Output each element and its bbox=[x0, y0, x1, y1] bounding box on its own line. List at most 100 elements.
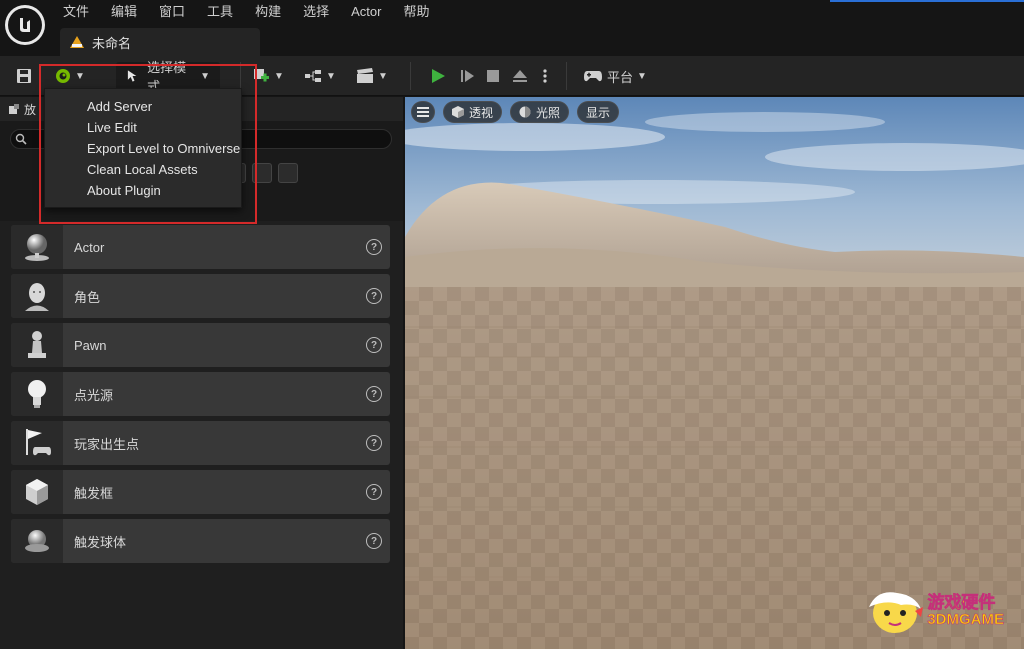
trigger-box-icon bbox=[26, 479, 48, 505]
menu-build[interactable]: 构建 bbox=[244, 3, 292, 21]
player-start-thumb bbox=[11, 421, 63, 465]
viewport-options-button[interactable] bbox=[411, 101, 435, 123]
list-item-point-light[interactable]: 点光源 ? bbox=[11, 372, 390, 416]
menu-item-about-plugin[interactable]: About Plugin bbox=[45, 180, 241, 201]
lit-sphere-icon bbox=[519, 106, 531, 118]
menu-item-live-edit[interactable]: Live Edit bbox=[45, 117, 241, 138]
watermark: 游戏硬件 3DMGAME bbox=[867, 587, 1004, 635]
chevron-down-icon: ▼ bbox=[637, 70, 647, 82]
menu-window[interactable]: 窗口 bbox=[148, 3, 196, 21]
actor-label: Actor bbox=[74, 239, 105, 255]
advance-frame-button[interactable] bbox=[456, 62, 480, 90]
eject-icon bbox=[513, 70, 527, 82]
viewport-toolbar: 透视 光照 显示 bbox=[411, 101, 620, 123]
watermark-text: 游戏硬件 3DMGAME bbox=[927, 594, 1004, 628]
lighting-mode-button[interactable]: 光照 bbox=[510, 101, 570, 123]
trigger-sphere-thumb bbox=[11, 519, 63, 563]
clapperboard-icon bbox=[357, 68, 374, 83]
toolbar-separator bbox=[410, 62, 411, 90]
perspective-button[interactable]: 透视 bbox=[443, 101, 503, 123]
pawn-thumb bbox=[11, 323, 63, 367]
list-item-trigger-sphere[interactable]: 触发球体 ? bbox=[11, 519, 390, 563]
list-item-pawn[interactable]: Pawn ? bbox=[11, 323, 390, 367]
add-actor-icon bbox=[254, 69, 270, 82]
actor-thumb bbox=[11, 225, 63, 269]
watermark-cn: 游戏硬件 bbox=[927, 593, 996, 613]
unreal-logo-icon[interactable] bbox=[5, 5, 45, 45]
omniverse-icon bbox=[56, 69, 71, 83]
save-button[interactable] bbox=[12, 62, 36, 90]
player-start-label: 玩家出生点 bbox=[74, 436, 140, 452]
cube-perspective-icon bbox=[452, 106, 464, 118]
eject-button[interactable] bbox=[508, 62, 532, 90]
lighting-label: 光照 bbox=[536, 105, 561, 120]
sphere-actor-icon bbox=[25, 234, 49, 261]
help-icon[interactable]: ? bbox=[366, 288, 382, 304]
unreal-editor-window: 文件 编辑 窗口 工具 构建 选择 Actor 帮助 未命名 ▼ 选择模式 ▼ … bbox=[0, 0, 1024, 649]
help-icon[interactable]: ? bbox=[366, 435, 382, 451]
chevron-down-icon: ▼ bbox=[326, 70, 336, 82]
menu-item-clean-local-assets[interactable]: Clean Local Assets bbox=[45, 159, 241, 180]
menu-edit[interactable]: 编辑 bbox=[100, 3, 148, 21]
menu-item-add-server[interactable]: Add Server bbox=[45, 96, 241, 117]
omniverse-dropdown-menu: Add Server Live Edit Export Level to Omn… bbox=[44, 88, 242, 208]
character-thumb bbox=[11, 274, 63, 318]
watermark-en: 3DMGAME bbox=[927, 611, 1004, 629]
category-shapes-icon[interactable] bbox=[252, 163, 272, 183]
help-icon[interactable]: ? bbox=[366, 484, 382, 500]
chevron-down-icon: ▼ bbox=[274, 70, 284, 82]
point-light-thumb bbox=[11, 372, 63, 416]
help-icon[interactable]: ? bbox=[366, 533, 382, 549]
stop-button[interactable] bbox=[482, 62, 504, 90]
menu-file[interactable]: 文件 bbox=[52, 3, 100, 21]
menu-help[interactable]: 帮助 bbox=[392, 3, 440, 21]
level-viewport[interactable]: 透视 光照 显示 游戏硬件 3DMGAME bbox=[405, 97, 1024, 649]
menu-actor[interactable]: Actor bbox=[340, 3, 392, 21]
cinematics-button[interactable]: ▼ bbox=[352, 62, 392, 90]
select-mode-button[interactable]: 选择模式 ▼ bbox=[116, 60, 220, 94]
character-label: 角色 bbox=[74, 289, 101, 305]
trigger-sphere-icon bbox=[25, 530, 49, 552]
menu-item-export-level[interactable]: Export Level to Omniverse bbox=[45, 138, 241, 159]
place-actors-title: 放 bbox=[24, 102, 37, 117]
blueprint-button[interactable]: ▼ bbox=[300, 62, 340, 90]
list-item-actor[interactable]: Actor ? bbox=[11, 225, 390, 269]
save-icon bbox=[17, 69, 31, 83]
show-label: 显示 bbox=[586, 105, 611, 120]
platforms-button[interactable]: 平台 ▼ bbox=[582, 62, 648, 90]
category-all-classes-icon[interactable] bbox=[278, 163, 298, 183]
play-icon bbox=[432, 69, 445, 83]
add-content-button[interactable]: ▼ bbox=[248, 62, 288, 90]
level-tab-title: 未命名 bbox=[92, 35, 132, 51]
list-item-player-start[interactable]: 玩家出生点 ? bbox=[11, 421, 390, 465]
chevron-down-icon: ▼ bbox=[378, 70, 388, 82]
platforms-label: 平台 bbox=[607, 69, 634, 85]
level-tab[interactable]: 未命名 bbox=[60, 28, 260, 56]
actor-list: Actor ? 角色 ? Pawn ? 点光源 ? 玩家出生点 ? 触发框 ? … bbox=[0, 221, 403, 649]
point-light-label: 点光源 bbox=[74, 387, 114, 403]
list-item-trigger-box[interactable]: 触发框 ? bbox=[11, 470, 390, 514]
stop-icon bbox=[487, 70, 499, 82]
play-options-button[interactable] bbox=[536, 62, 554, 90]
search-icon bbox=[15, 133, 27, 145]
help-icon[interactable]: ? bbox=[366, 337, 382, 353]
menu-tools[interactable]: 工具 bbox=[196, 3, 244, 21]
mascot-logo-icon bbox=[869, 592, 924, 633]
menu-bar: 文件 编辑 窗口 工具 构建 选择 Actor 帮助 未命名 bbox=[0, 0, 1024, 56]
omniverse-plugin-button[interactable]: ▼ bbox=[50, 62, 90, 90]
show-flags-button[interactable]: 显示 bbox=[577, 101, 620, 123]
help-icon[interactable]: ? bbox=[366, 386, 382, 402]
list-item-character[interactable]: 角色 ? bbox=[11, 274, 390, 318]
trigger-box-label: 触发框 bbox=[74, 485, 114, 501]
character-head-icon bbox=[25, 283, 49, 311]
trigger-sphere-label: 触发球体 bbox=[74, 534, 127, 550]
pawn-label: Pawn bbox=[74, 337, 107, 353]
play-button[interactable] bbox=[426, 62, 450, 90]
viewport-scene-image bbox=[405, 97, 1024, 649]
skip-frame-icon bbox=[461, 70, 474, 82]
hamburger-menu-icon bbox=[417, 107, 429, 117]
toolbar-separator bbox=[240, 62, 241, 90]
menu-select[interactable]: 选择 bbox=[292, 3, 340, 21]
chevron-down-icon: ▼ bbox=[200, 70, 210, 82]
help-icon[interactable]: ? bbox=[366, 239, 382, 255]
